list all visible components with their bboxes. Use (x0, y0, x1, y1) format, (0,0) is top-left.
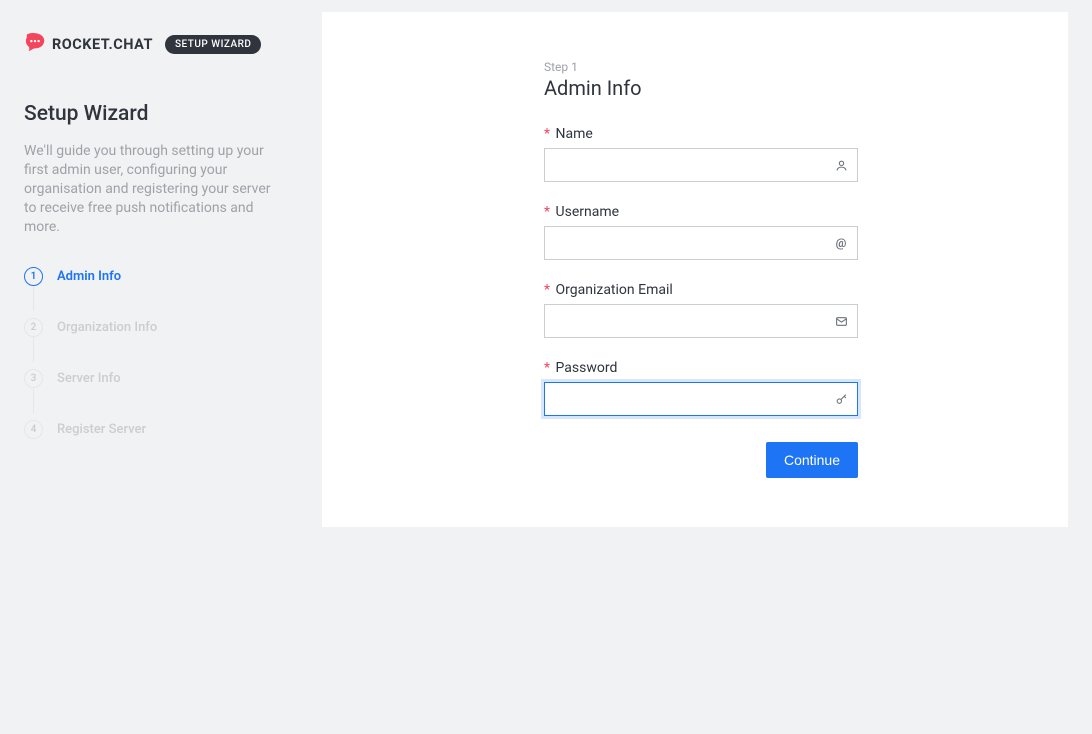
field-password: * Password (544, 360, 858, 416)
step-label: Organization Info (57, 320, 157, 335)
field-username: * Username @ (544, 204, 858, 260)
wizard-title: Setup Wizard (24, 102, 298, 126)
brand-name: ROCKET.CHAT (52, 36, 153, 53)
sidebar: ROCKET.CHAT SETUP WIZARD Setup Wizard We… (0, 0, 322, 734)
required-mark: * (544, 282, 550, 298)
password-input[interactable] (544, 382, 858, 416)
field-name: * Name (544, 126, 858, 182)
step-label: Register Server (57, 422, 146, 437)
step-number: 1 (24, 267, 43, 286)
required-mark: * (544, 204, 550, 220)
wizard-description: We'll guide you through setting up your … (24, 142, 284, 236)
step-number: 4 (24, 420, 43, 439)
step-register-server[interactable]: 4 Register Server (24, 413, 298, 445)
form-card: Step 1 Admin Info * Name * Username (322, 12, 1068, 527)
main-content: Step 1 Admin Info * Name * Username (322, 0, 1092, 734)
name-label: * Name (544, 126, 858, 142)
step-number: 2 (24, 318, 43, 337)
brand-row: ROCKET.CHAT SETUP WIZARD (24, 32, 298, 56)
logo: ROCKET.CHAT (24, 32, 153, 56)
form-actions: Continue (544, 442, 858, 478)
username-input[interactable] (544, 226, 858, 260)
org-email-input[interactable] (544, 304, 858, 338)
name-input[interactable] (544, 148, 858, 182)
org-email-label: * Organization Email (544, 282, 858, 298)
continue-button[interactable]: Continue (766, 442, 858, 478)
wizard-steps: 1 Admin Info 2 Organization Info 3 Serve… (24, 260, 298, 445)
at-icon: @ (834, 236, 848, 250)
mail-icon (834, 314, 848, 328)
setup-wizard-badge: SETUP WIZARD (165, 35, 262, 54)
field-org-email: * Organization Email (544, 282, 858, 338)
required-mark: * (544, 360, 550, 376)
step-admin-info[interactable]: 1 Admin Info (24, 260, 298, 292)
step-organization-info[interactable]: 2 Organization Info (24, 311, 298, 343)
key-icon (834, 392, 848, 406)
step-number: 3 (24, 369, 43, 388)
step-label: Admin Info (57, 269, 121, 284)
rocketchat-logo-icon (24, 32, 46, 56)
step-indicator: Step 1 (544, 60, 858, 74)
user-icon (834, 158, 848, 172)
step-label: Server Info (57, 371, 121, 386)
step-server-info[interactable]: 3 Server Info (24, 362, 298, 394)
page-title: Admin Info (544, 76, 858, 100)
required-mark: * (544, 126, 550, 142)
username-label: * Username (544, 204, 858, 220)
password-label: * Password (544, 360, 858, 376)
